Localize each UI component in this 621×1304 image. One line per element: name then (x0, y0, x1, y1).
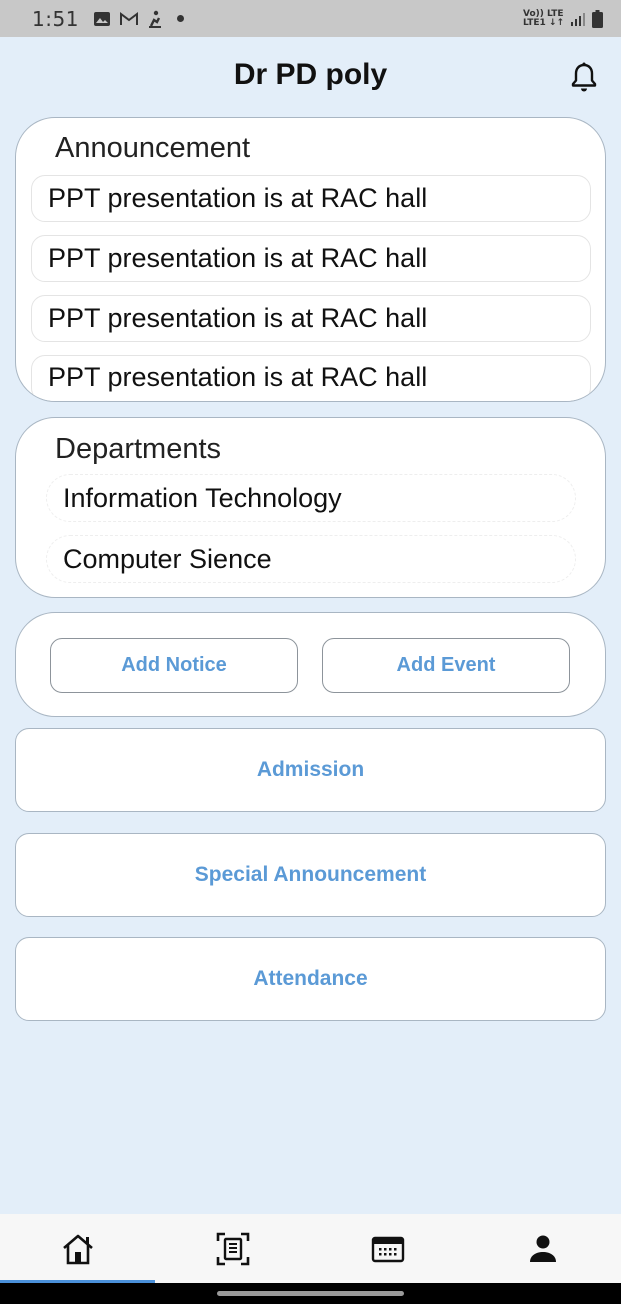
departments-title: Departments (55, 433, 222, 465)
bell-icon (571, 62, 597, 92)
announcement-item[interactable]: PPT presentation is at RAC hall (31, 235, 591, 282)
announcement-title: Announcement (55, 132, 251, 164)
home-gesture-handle[interactable] (217, 1291, 404, 1296)
bottom-navigation (0, 1214, 621, 1283)
quick-actions-card: Add Notice Add Event (15, 612, 606, 717)
battery-icon (592, 9, 603, 28)
document-scan-icon (216, 1232, 250, 1265)
nav-profile[interactable] (466, 1214, 621, 1283)
add-notice-button[interactable]: Add Notice (50, 638, 298, 693)
gmail-icon (119, 11, 138, 25)
app-header: Dr PD poly (0, 37, 621, 117)
page-title: Dr PD poly (233, 58, 388, 91)
admission-button[interactable]: Admission (15, 728, 606, 812)
more-notifications-dot (176, 15, 184, 22)
announcement-item[interactable]: PPT presentation is at RAC hall (31, 355, 591, 401)
network-bottom-label: LTE1 ↓↑ (522, 17, 564, 28)
department-item-computer-science[interactable]: Computer Sience (46, 535, 576, 583)
special-announcement-button[interactable]: Special Announcement (15, 833, 606, 917)
notifications-button[interactable] (569, 62, 599, 92)
home-icon (62, 1234, 93, 1264)
departments-card: Departments Information Technology Compu… (15, 417, 606, 598)
attendance-button[interactable]: Attendance (15, 937, 606, 1021)
lte-indicator: Vo)) LTE LTE1 ↓↑ (522, 9, 564, 28)
nav-scan[interactable] (155, 1214, 310, 1283)
announcement-item[interactable]: PPT presentation is at RAC hall (31, 295, 591, 342)
status-time: 1:51 (32, 6, 79, 31)
system-icons: Vo)) LTE LTE1 ↓↑ (522, 9, 603, 28)
activity-icon (148, 10, 161, 28)
person-icon (530, 1235, 557, 1262)
notification-icons (93, 10, 184, 28)
image-icon (93, 11, 110, 26)
announcement-item[interactable]: PPT presentation is at RAC hall (31, 175, 591, 222)
announcement-card[interactable]: Announcement PPT presentation is at RAC … (15, 117, 606, 402)
department-item-information-technology[interactable]: Information Technology (46, 474, 576, 522)
status-bar: 1:51 Vo)) LTE LTE1 ↓↑ (0, 0, 621, 37)
system-gesture-bar (0, 1283, 621, 1304)
calendar-icon (371, 1236, 405, 1262)
signal-icon (571, 12, 585, 26)
add-event-button[interactable]: Add Event (322, 638, 570, 693)
nav-home[interactable] (0, 1214, 155, 1283)
nav-calendar[interactable] (311, 1214, 466, 1283)
